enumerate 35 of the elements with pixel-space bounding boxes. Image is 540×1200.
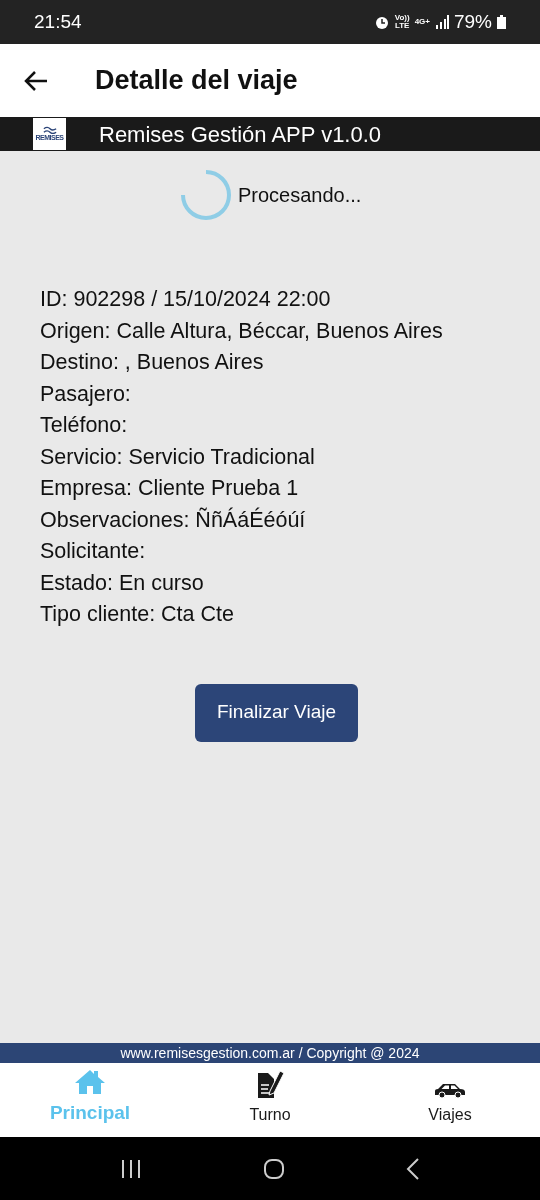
recent-apps-icon[interactable] (120, 1158, 143, 1179)
loading-spinner (180, 169, 232, 221)
page-title: Detalle del viaje (95, 64, 298, 98)
battery-percent: 79% (453, 9, 492, 34)
home-icon (74, 1068, 106, 1095)
nav-tab[interactable]: Turno (180, 1063, 360, 1137)
waves-icon (42, 126, 57, 134)
signal-icon (434, 15, 449, 29)
loading-text: Procesando... (238, 183, 362, 208)
detail-line: Servicio: Servicio Tradicional (40, 443, 316, 471)
volte-label: Vo)) (394, 14, 410, 22)
detail-line: Destino: , Buenos Aires (40, 349, 265, 376)
alarm-icon (373, 14, 390, 30)
app-name: Remises Gestión APP v1.0.0 (99, 120, 382, 149)
network-label: 4G+ (414, 16, 430, 28)
battery-icon (497, 15, 506, 29)
detail-line: Origen: Calle Altura, Béccar, Buenos Aires (40, 317, 444, 345)
detail-line: Empresa: Cliente Prueba 1 (40, 475, 300, 502)
home-button-icon[interactable] (263, 1157, 285, 1180)
finish-trip-button[interactable]: Finalizar Viaje (195, 683, 358, 742)
detail-line: ID: 902298 / 15/10/2024 22:00 (40, 286, 332, 313)
detail-line: Tipo cliente: Cta Cte (40, 601, 235, 628)
lte-label: LTE (394, 22, 410, 30)
detail-line: Estado: En curso (40, 569, 205, 597)
detail-line: Observaciones: ÑñÁáÉéóúí (40, 506, 307, 534)
back-arrow-icon (24, 69, 48, 92)
note-pencil-icon (256, 1069, 284, 1099)
detail-line: Teléfono: (40, 412, 129, 439)
back-icon[interactable] (405, 1157, 420, 1180)
car-icon (434, 1083, 466, 1099)
nav-tab[interactable]: Viajes (360, 1063, 540, 1137)
clock: 21:54 (34, 9, 82, 34)
footer-text: www.remisesgestion.com.ar / Copyright @ 2024 (120, 1045, 420, 1061)
detail-line: Solicitante: (40, 538, 147, 565)
detail-line: Pasajero: (40, 380, 132, 408)
